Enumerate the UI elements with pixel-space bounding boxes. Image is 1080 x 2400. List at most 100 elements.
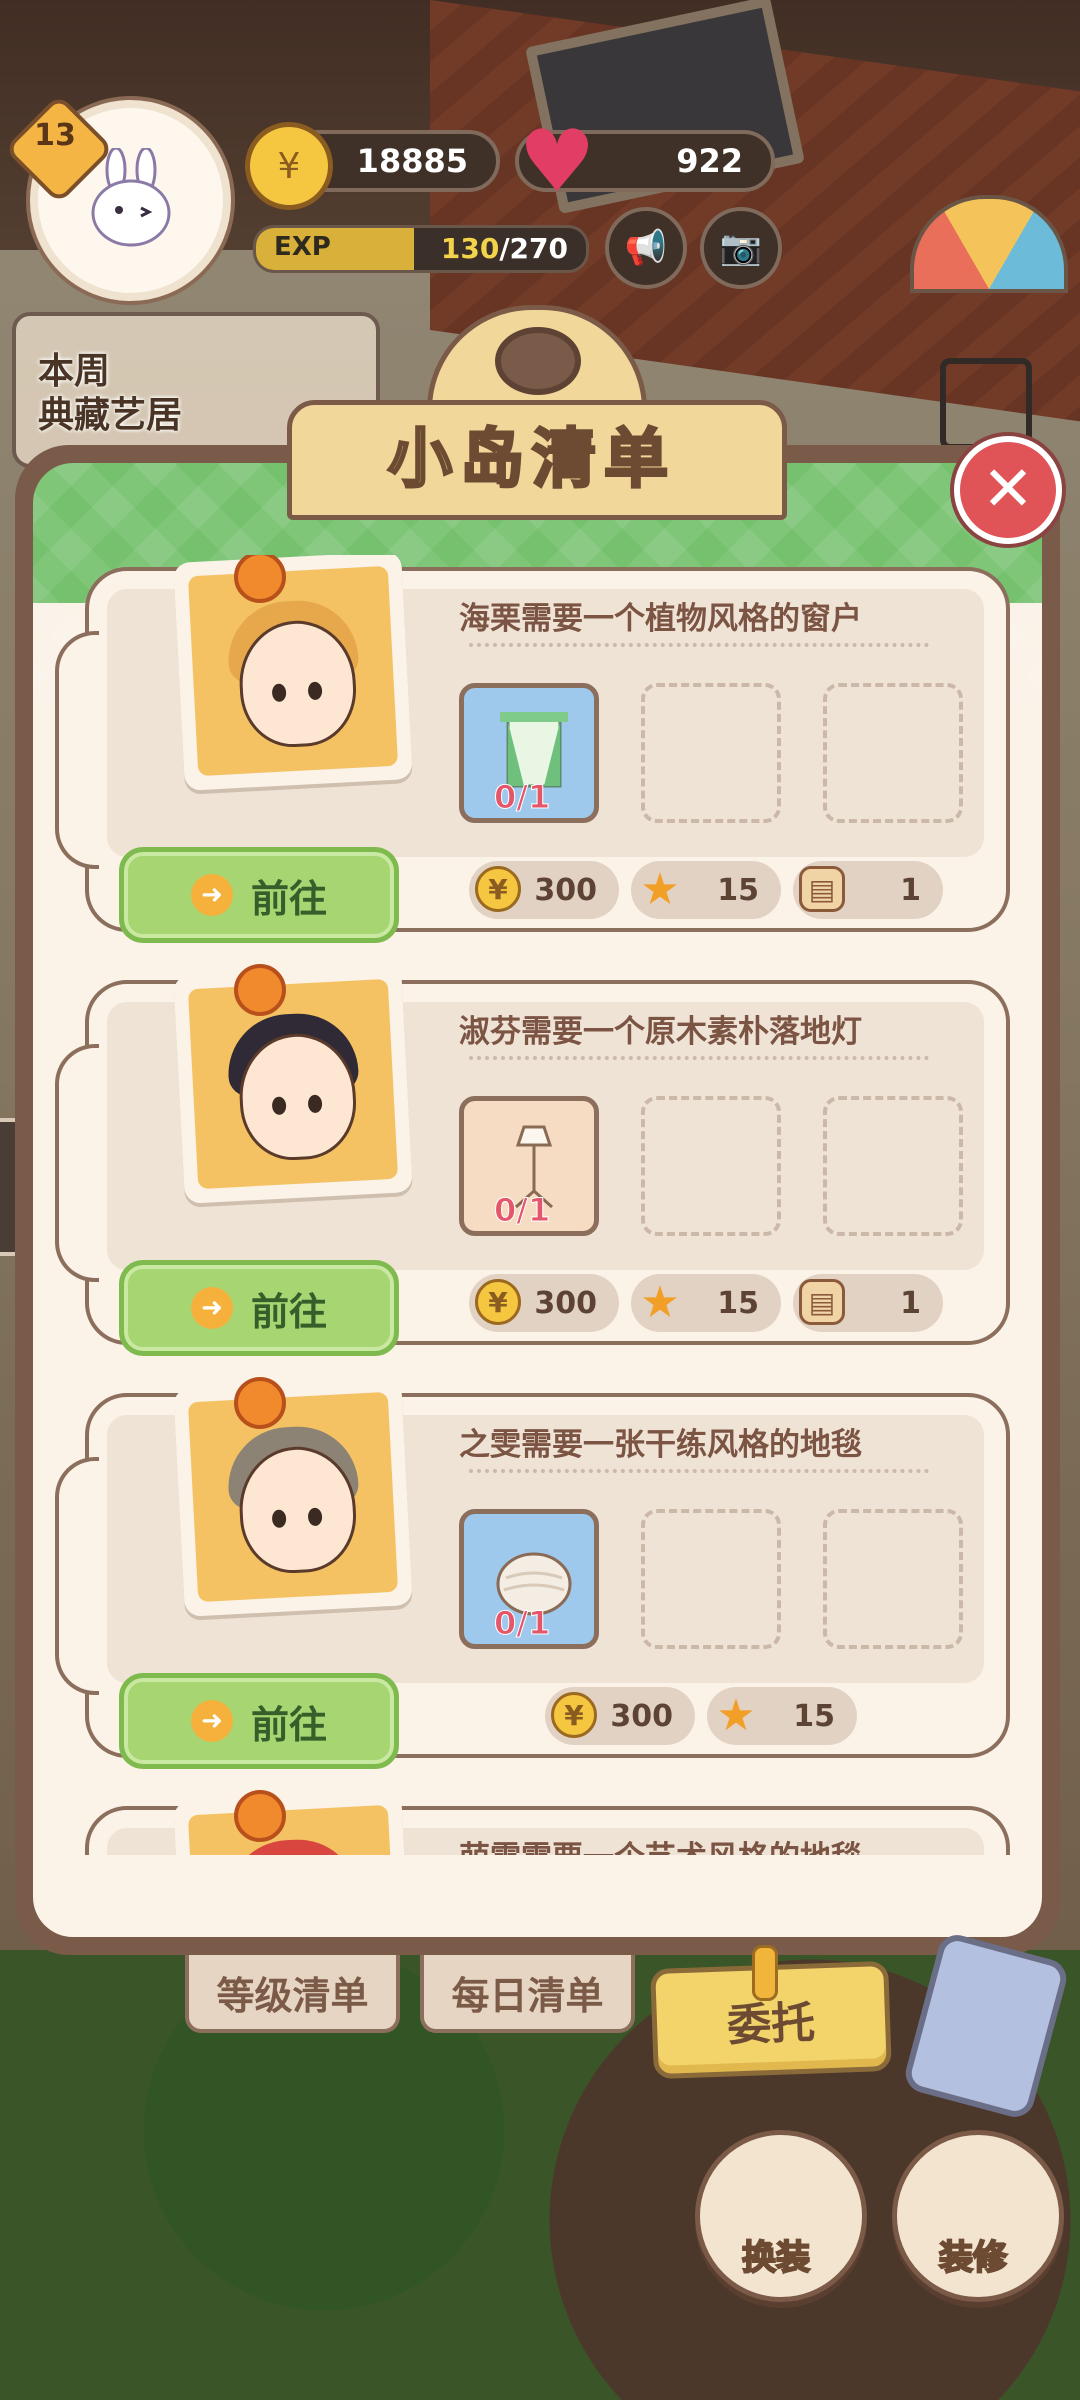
task-description: 海栗需要一个植物风格的窗户 [459, 601, 862, 637]
item-slot-empty [823, 1096, 963, 1236]
pin-icon [234, 1377, 286, 1429]
reward-stars: ★ 15 [631, 1274, 781, 1332]
camera-button[interactable]: 📷 [700, 207, 782, 289]
task-card: 萌雯需要一个艺术风格的地毯 [85, 1790, 1010, 1855]
coin-icon: ¥ [551, 1692, 597, 1738]
item-slot-empty [823, 1509, 963, 1649]
dotted-divider [469, 1056, 929, 1060]
go-button-label: 前往 [250, 876, 327, 921]
character-hair [225, 1836, 360, 1855]
portrait-background [187, 978, 399, 1190]
item-slot-empty [641, 1509, 781, 1649]
announcement-button[interactable]: 📢 [605, 207, 687, 289]
task-list[interactable]: 海栗需要一个植物风格的窗户 0/1 ➜ 前往 ¥300 ★ 15 ▤ 1 淑芬需… [35, 555, 1030, 1855]
coin-icon: ¥ [475, 866, 521, 912]
reward-stars-value: 15 [717, 1285, 759, 1321]
reward-stars: ★ 15 [707, 1687, 857, 1745]
tab-level-list[interactable]: 等级清单 [185, 1955, 400, 2033]
go-button[interactable]: ➜ 前往 [119, 1260, 399, 1356]
exp-bar: EXP 130/270 [253, 225, 589, 273]
go-button-label: 前往 [250, 1289, 327, 1334]
slot-total: /1 [516, 1191, 551, 1230]
pin-icon [234, 964, 286, 1016]
item-slot-empty [641, 1096, 781, 1236]
tab-daily-list[interactable]: 每日清单 [420, 1955, 635, 2033]
title-plaque-hole [495, 327, 581, 395]
item-slot-rug[interactable]: 0/1 [459, 1509, 599, 1649]
reward-box-value: 1 [900, 1285, 921, 1321]
slot-current: 0 [493, 778, 517, 817]
reward-stars: ★ 15 [631, 861, 781, 919]
weekly-line-2: 典藏艺居 [38, 395, 183, 436]
coin-icon: ¥ [475, 1279, 521, 1325]
exp-max: /270 [499, 232, 568, 265]
slot-current: 0 [493, 1604, 517, 1643]
slot-total: /1 [516, 778, 551, 817]
task-description: 之雯需要一张干练风格的地毯 [459, 1427, 862, 1463]
task-card: 之雯需要一张干练风格的地毯 0/1 ➜ 前往 ¥300 ★ 15 [55, 1377, 1010, 1769]
item-slot-empty [641, 683, 781, 823]
decorate-label: 装修 [938, 2237, 1008, 2279]
reward-coins-value: 300 [610, 1698, 673, 1734]
level-number: 13 [34, 118, 76, 153]
dotted-divider [469, 1469, 929, 1473]
weekly-collection-label: 本周 典藏艺居 [38, 350, 182, 438]
go-button[interactable]: ➜ 前往 [119, 1673, 399, 1769]
character-portrait[interactable] [173, 1377, 413, 1617]
reward-stars-value: 15 [717, 872, 759, 908]
arrow-right-icon: ➜ [190, 1287, 233, 1329]
character-portrait[interactable] [173, 964, 413, 1204]
slot-progress: 0/1 [493, 1191, 551, 1230]
reward-coins: ¥300 [545, 1687, 695, 1745]
pin-icon [234, 1790, 286, 1842]
reward-box: ▤ 1 [793, 861, 943, 919]
tab-daily-list-label: 每日清单 [451, 1973, 604, 2018]
character-portrait[interactable] [173, 555, 413, 791]
reward-coins-value: 300 [534, 1285, 597, 1321]
go-button[interactable]: ➜ 前往 [119, 847, 399, 943]
portrait-background [187, 565, 399, 777]
item-slot-empty [823, 683, 963, 823]
item-slot-window[interactable]: 0/1 [459, 683, 599, 823]
outfit-label: 换装 [741, 2237, 811, 2279]
camera-icon: 📷 [719, 228, 763, 268]
coin-amount: 18885 [356, 142, 468, 180]
task-description: 萌雯需要一个艺术风格的地毯 [459, 1832, 862, 1855]
gift-box-icon: ▤ [799, 1279, 845, 1325]
task-description: 淑芬需要一个原木素朴落地灯 [459, 1014, 862, 1050]
star-icon: ★ [640, 1276, 680, 1328]
weekly-line-1: 本周 [38, 351, 111, 392]
character-portrait[interactable] [173, 1790, 413, 1855]
portrait-background [187, 1391, 399, 1603]
reward-box: ▤ 1 [793, 1274, 943, 1332]
coin-icon: ¥ [245, 122, 333, 210]
exp-current: 130 [440, 232, 500, 265]
card-tab [55, 1044, 99, 1282]
modal-title: 小岛清单 [387, 422, 676, 499]
item-slot-lamp[interactable]: 0/1 [459, 1096, 599, 1236]
reward-coins-value: 300 [534, 872, 597, 908]
tab-level-list-label: 等级清单 [216, 1973, 369, 2018]
exp-value: 130/270 [441, 232, 568, 265]
reward-box-value: 1 [900, 872, 921, 908]
star-icon: ★ [640, 863, 680, 915]
heart-icon: ♥ [518, 112, 596, 212]
reward-coins: ¥300 [469, 1274, 619, 1332]
exp-label: EXP [274, 232, 331, 262]
task-card: 淑芬需要一个原木素朴落地灯 0/1 ➜ 前往 ¥300 ★ 15 ▤ 1 [55, 964, 1010, 1356]
card-tab [55, 631, 99, 869]
arrow-right-icon: ➜ [190, 874, 233, 916]
portrait-background [187, 1804, 399, 1855]
close-button[interactable]: ✕ [954, 436, 1062, 544]
close-icon: ✕ [982, 452, 1034, 525]
reward-stars-value: 15 [793, 1698, 835, 1734]
task-card: 海栗需要一个植物风格的窗户 0/1 ➜ 前往 ¥300 ★ 15 ▤ 1 [55, 555, 1010, 943]
slot-total: /1 [516, 1604, 551, 1643]
pin-icon [752, 1945, 778, 2001]
megaphone-icon: 📢 [624, 228, 668, 268]
slot-current: 0 [493, 1191, 517, 1230]
dotted-divider [469, 643, 929, 647]
slot-progress: 0/1 [493, 1604, 551, 1643]
card-tab [55, 1457, 99, 1695]
gift-box-icon: ▤ [799, 866, 845, 912]
